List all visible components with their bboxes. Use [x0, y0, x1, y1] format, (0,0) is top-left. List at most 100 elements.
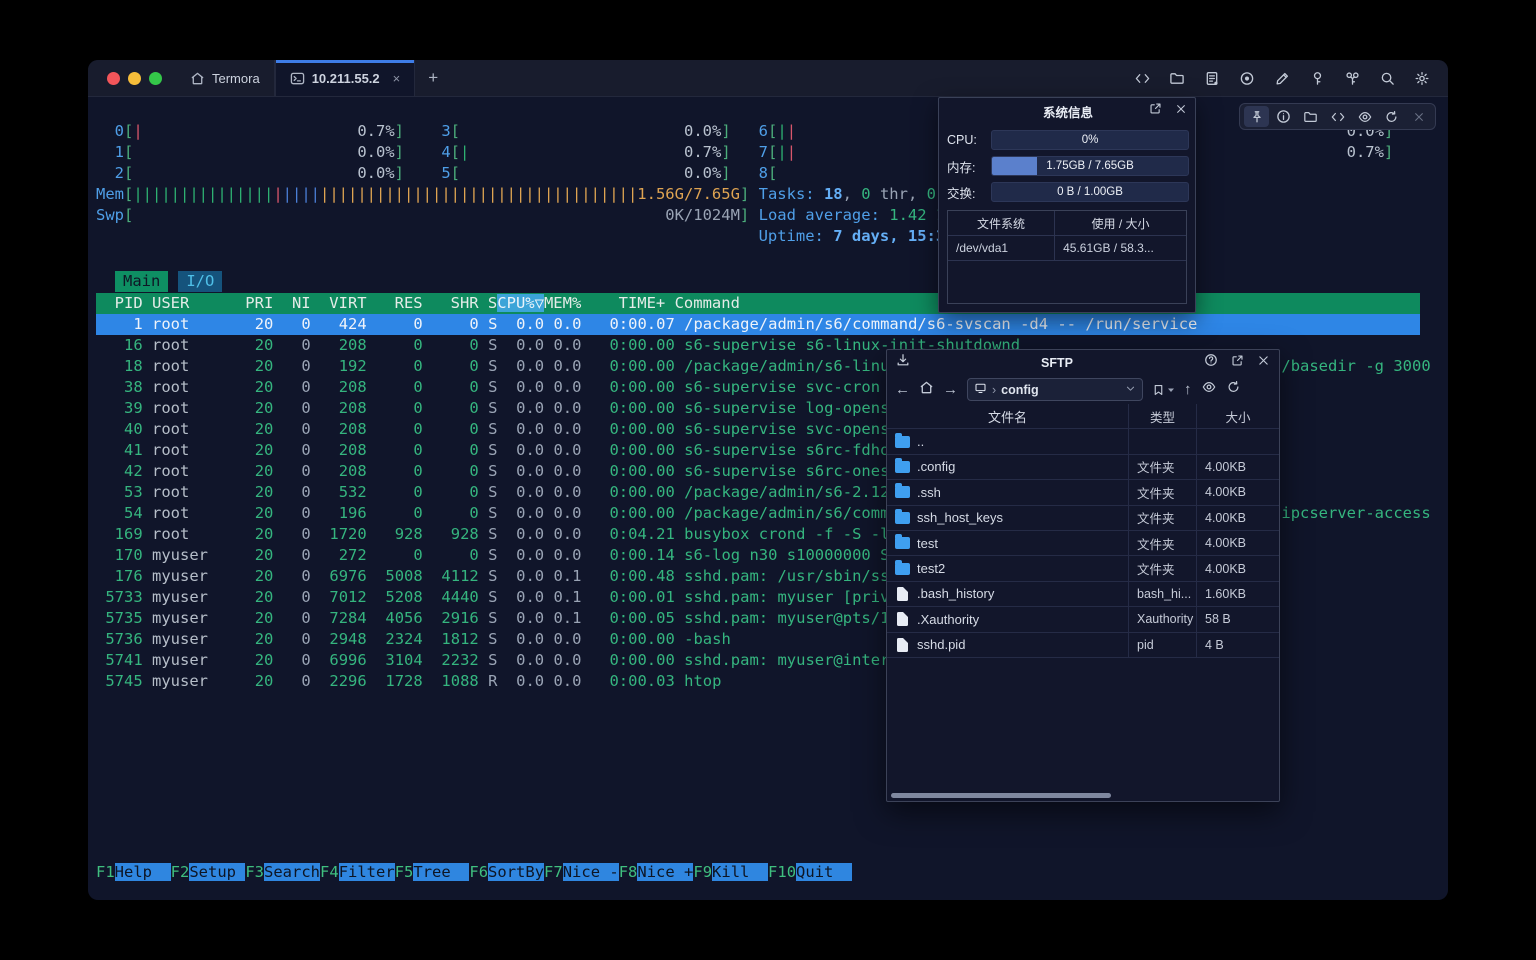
file-row-.bash_history[interactable]: .bash_historybash_hi...1.60KB [887, 582, 1279, 607]
sftp-table-header[interactable]: 文件名 类型 大小 [887, 404, 1279, 429]
file-row-test2[interactable]: test2文件夹4.00KB [887, 556, 1279, 581]
metric-CPU: CPU:0% [947, 130, 1189, 150]
record-icon[interactable] [1235, 66, 1259, 90]
folder-icon[interactable] [1298, 106, 1323, 127]
edit-icon[interactable] [1270, 66, 1294, 90]
htop-table-header[interactable]: PID USER PRI NI VIRT RES SHR SCPU%▽MEM% … [96, 293, 1420, 314]
process-row-pid-1[interactable]: 1 root 20 0 424 0 0 S 0.0 0.0 0:00.07 /p… [96, 314, 1420, 335]
close-icon[interactable] [1406, 106, 1431, 127]
htop-function-bar: F1Help F2Setup F3SearchF4FilterF5Tree F6… [96, 862, 852, 883]
file-icon [897, 587, 908, 601]
metric-交换: 交换:0 B / 1.00GB [947, 182, 1189, 202]
system-info-title: 系统信息 [947, 102, 1149, 121]
forward-icon[interactable]: → [943, 381, 958, 398]
file-row-ssh_host_keys[interactable]: ssh_host_keys文件夹4.00KB [887, 506, 1279, 531]
home-icon [190, 71, 205, 86]
info-icon[interactable] [1271, 106, 1296, 127]
fn-key-f8[interactable]: F8Nice + [619, 863, 694, 881]
tab-termora-home[interactable]: Termora [176, 60, 275, 96]
htop-tab-main[interactable]: Main [115, 271, 168, 292]
open-in-window-icon[interactable] [1231, 354, 1244, 372]
htop-view-tabs: Main I/O [96, 271, 222, 292]
refresh-icon[interactable] [1226, 380, 1241, 399]
home-icon[interactable] [919, 380, 934, 400]
sftp-title: SFTP [924, 356, 1190, 370]
folder-icon [895, 537, 910, 549]
pin-icon[interactable] [1244, 106, 1269, 127]
fn-key-f5[interactable]: F5Tree [395, 863, 470, 881]
titlebar: Termora 10.211.55.2 × + [88, 60, 1448, 97]
metric-内存: 内存:1.75GB / 7.65GB [947, 156, 1189, 176]
file-row-.config[interactable]: .config文件夹4.00KB [887, 455, 1279, 480]
htop-cpu-meters: 0[| 0.7%] 3[ 0.0%] 6[|| 0.0%] 1[ 0.0%] 4… [96, 121, 1393, 247]
terminal-icon [290, 71, 305, 86]
help-icon[interactable] [1204, 353, 1218, 372]
open-in-window-icon[interactable] [1149, 102, 1162, 120]
breadcrumb-separator: › [992, 383, 996, 397]
file-row-sshd.pid[interactable]: sshd.pidpid4 B [887, 633, 1279, 658]
code-icon[interactable] [1130, 66, 1154, 90]
folder-icon[interactable] [1165, 66, 1189, 90]
folder-icon [895, 436, 910, 448]
code-icon[interactable] [1325, 106, 1350, 127]
traffic-lights [88, 60, 176, 96]
computer-icon [974, 382, 987, 397]
close-window-button[interactable] [107, 72, 120, 85]
sftp-file-table: 文件名 类型 大小 ...config文件夹4.00KB.ssh文件夹4.00K… [887, 404, 1279, 801]
path-breadcrumb[interactable]: › config [967, 378, 1143, 401]
back-icon[interactable]: ← [895, 381, 910, 398]
column-header-name[interactable]: 文件名 [887, 404, 1129, 428]
system-info-panel: 系统信息 CPU:0% 内存:1.75GB / 7.65GB 交换:0 B / 1.… [938, 97, 1196, 313]
folder-icon [895, 563, 910, 575]
folder-icon [895, 461, 910, 473]
settings-icon[interactable] [1410, 66, 1434, 90]
sftp-toolbar: ← → › config ↑ [887, 375, 1279, 404]
file-row-.ssh[interactable]: .ssh文件夹4.00KB [887, 480, 1279, 505]
minimize-window-button[interactable] [128, 72, 141, 85]
new-tab-button[interactable]: + [415, 60, 451, 96]
fn-key-f3[interactable]: F3Search [245, 863, 320, 881]
horizontal-scrollbar[interactable] [891, 793, 1111, 798]
zoom-window-button[interactable] [149, 72, 162, 85]
upload-icon[interactable]: ↑ [1184, 381, 1192, 398]
file-row-..[interactable]: .. [887, 429, 1279, 454]
close-icon[interactable] [1175, 102, 1187, 120]
log-icon[interactable] [1200, 66, 1224, 90]
fn-key-f2[interactable]: F2Setup [171, 863, 246, 881]
fn-key-f7[interactable]: F7Nice - [544, 863, 619, 881]
keychain-icon[interactable] [1340, 66, 1364, 90]
column-header-type[interactable]: 类型 [1129, 404, 1197, 428]
filesystem-row[interactable]: /dev/vda145.61GB / 58.3... [948, 236, 1186, 261]
bookmark-icon[interactable] [1152, 383, 1175, 397]
fn-key-f4[interactable]: F4Filter [320, 863, 395, 881]
key-icon[interactable] [1305, 66, 1329, 90]
file-row-test[interactable]: test文件夹4.00KB [887, 531, 1279, 556]
folder-icon [895, 512, 910, 524]
column-header-size[interactable]: 大小 [1197, 404, 1279, 428]
titlebar-actions [1130, 60, 1448, 96]
search-icon[interactable] [1375, 66, 1399, 90]
fs-usage-col-header: 使用 / 大小 [1055, 215, 1186, 232]
fn-key-f6[interactable]: F6SortBy [469, 863, 544, 881]
tab-termora-label: Termora [212, 71, 260, 86]
show-hidden-icon[interactable] [1201, 380, 1217, 399]
eye-icon[interactable] [1352, 106, 1377, 127]
close-tab-icon[interactable]: × [393, 71, 401, 86]
current-directory: config [1001, 383, 1039, 397]
chevron-down-icon[interactable] [1125, 383, 1136, 397]
htop-tab-i-o[interactable]: I/O [178, 271, 222, 292]
fn-key-f9[interactable]: F9Kill [693, 863, 768, 881]
file-icon [897, 612, 908, 626]
sync-icon[interactable] [1379, 106, 1404, 127]
download-icon[interactable] [896, 353, 910, 372]
sftp-panel: SFTP ← → › config ↑ 文件名 [886, 349, 1280, 802]
termora-window: Termora 10.211.55.2 × + [88, 60, 1448, 900]
close-icon[interactable] [1257, 354, 1270, 372]
fn-key-f1[interactable]: F1Help [96, 863, 171, 881]
file-row-.Xauthority[interactable]: .XauthorityXauthority58 B [887, 607, 1279, 632]
filesystem-table: 文件系统 使用 / 大小 /dev/vda145.61GB / 58.3... [947, 210, 1187, 304]
fn-key-f10[interactable]: F10Quit [768, 863, 852, 881]
folder-icon [895, 486, 910, 498]
tab-ssh-label: 10.211.55.2 [312, 71, 380, 86]
tab-ssh-session[interactable]: 10.211.55.2 × [275, 60, 416, 96]
